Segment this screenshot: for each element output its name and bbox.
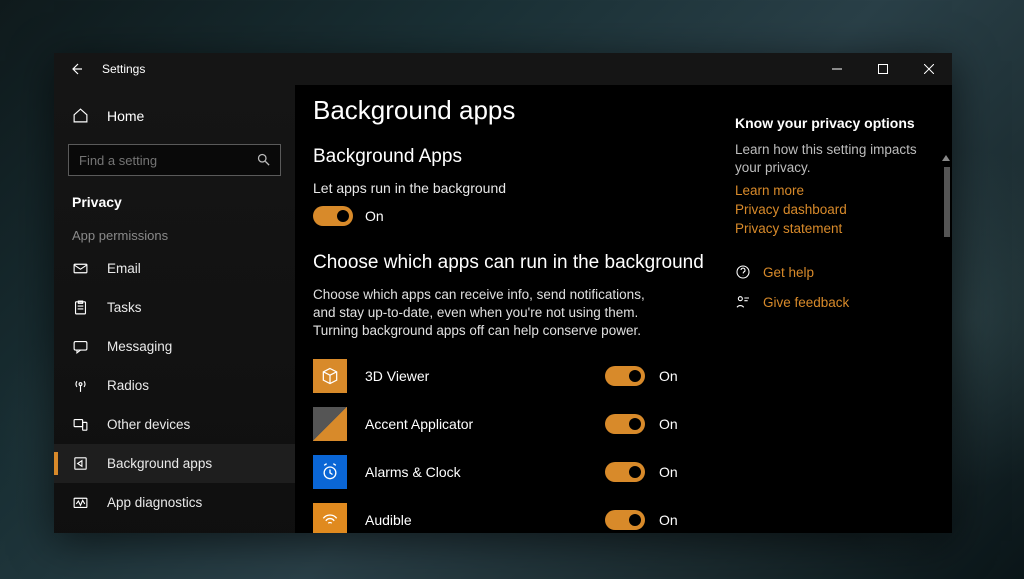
link-learn-more[interactable]: Learn more xyxy=(735,183,925,198)
sidebar-item-tasks[interactable]: Tasks xyxy=(54,288,295,327)
close-button[interactable] xyxy=(906,53,952,85)
feedback-icon xyxy=(735,294,751,310)
app-toggle-alarms-clock[interactable] xyxy=(605,462,645,482)
home-label: Home xyxy=(107,108,144,124)
close-icon xyxy=(924,64,934,74)
section-label: App permissions xyxy=(54,210,295,249)
maximize-button[interactable] xyxy=(860,53,906,85)
search-input[interactable] xyxy=(68,144,281,176)
get-help-label: Get help xyxy=(763,265,814,280)
app-toggle-state: On xyxy=(659,464,678,480)
scroll-arrow-up-icon[interactable] xyxy=(941,153,951,163)
category-label: Privacy xyxy=(54,186,295,210)
scrollbar-thumb[interactable] xyxy=(944,167,950,237)
window-title: Settings xyxy=(102,62,145,76)
aside-blurb: Learn how this setting impacts your priv… xyxy=(735,141,925,177)
minimize-button[interactable] xyxy=(814,53,860,85)
group-background-apps-title: Background Apps xyxy=(313,146,715,168)
devices-icon xyxy=(72,416,89,433)
app-icon-alarms-clock xyxy=(313,455,347,489)
app-row-audible: Audible On xyxy=(313,503,715,533)
sidebar-item-other-devices[interactable]: Other devices xyxy=(54,405,295,444)
master-toggle-label: Let apps run in the background xyxy=(313,180,715,196)
master-toggle-state: On xyxy=(365,208,384,224)
aside-column: Know your privacy options Learn how this… xyxy=(735,85,935,533)
email-icon xyxy=(72,260,89,277)
sidebar-item-label: App diagnostics xyxy=(107,495,202,510)
sidebar-item-label: Other devices xyxy=(107,417,190,432)
sidebar: Home Privacy App permissions Email Tasks xyxy=(54,85,295,533)
titlebar: Settings xyxy=(54,53,952,85)
maximize-icon xyxy=(878,64,888,74)
app-toggle-audible[interactable] xyxy=(605,510,645,530)
search-row xyxy=(68,144,281,176)
master-toggle-row: On xyxy=(313,206,715,226)
link-privacy-dashboard[interactable]: Privacy dashboard xyxy=(735,202,925,217)
main-area: Background apps Background Apps Let apps… xyxy=(295,85,952,533)
diagnostics-icon xyxy=(72,494,89,511)
tasks-icon xyxy=(72,299,89,316)
app-name: Alarms & Clock xyxy=(365,464,587,480)
home-icon xyxy=(72,107,89,124)
messaging-icon xyxy=(72,338,89,355)
arrow-left-icon xyxy=(68,61,84,77)
app-toggle-state: On xyxy=(659,368,678,384)
group-choose-apps-title: Choose which apps can run in the backgro… xyxy=(313,252,715,274)
minimize-icon xyxy=(832,64,842,74)
sidebar-item-label: Tasks xyxy=(107,300,142,315)
link-privacy-statement[interactable]: Privacy statement xyxy=(735,221,925,236)
app-name: Accent Applicator xyxy=(365,416,587,432)
app-name: Audible xyxy=(365,512,587,528)
app-icon-accent-applicator xyxy=(313,407,347,441)
sidebar-item-messaging[interactable]: Messaging xyxy=(54,327,295,366)
app-toggle-accent-applicator[interactable] xyxy=(605,414,645,434)
sidebar-item-label: Messaging xyxy=(107,339,172,354)
give-feedback-link[interactable]: Give feedback xyxy=(735,294,925,310)
app-toggle-state: On xyxy=(659,512,678,528)
get-help-link[interactable]: Get help xyxy=(735,264,925,280)
home-link[interactable]: Home xyxy=(54,97,295,134)
sidebar-item-app-diagnostics[interactable]: App diagnostics xyxy=(54,483,295,522)
back-button[interactable] xyxy=(54,53,98,85)
search-icon xyxy=(256,152,271,167)
app-icon-audible xyxy=(313,503,347,533)
aside-heading: Know your privacy options xyxy=(735,115,925,131)
sidebar-item-label: Radios xyxy=(107,378,149,393)
sidebar-item-label: Email xyxy=(107,261,141,276)
sidebar-item-email[interactable]: Email xyxy=(54,249,295,288)
settings-window: Settings Home Privac xyxy=(54,53,952,533)
sidebar-item-radios[interactable]: Radios xyxy=(54,366,295,405)
app-row-3d-viewer: 3D Viewer On xyxy=(313,359,715,393)
sidebar-item-label: Background apps xyxy=(107,456,212,471)
master-toggle[interactable] xyxy=(313,206,353,226)
app-row-accent-applicator: Accent Applicator On xyxy=(313,407,715,441)
app-row-alarms-clock: Alarms & Clock On xyxy=(313,455,715,489)
group-choose-apps-desc: Choose which apps can receive info, send… xyxy=(313,286,653,341)
app-toggle-state: On xyxy=(659,416,678,432)
app-icon-3d-viewer xyxy=(313,359,347,393)
radios-icon xyxy=(72,377,89,394)
page-title: Background apps xyxy=(313,95,715,126)
help-icon xyxy=(735,264,751,280)
sidebar-item-background-apps[interactable]: Background apps xyxy=(54,444,295,483)
content-column: Background apps Background Apps Let apps… xyxy=(295,85,735,533)
background-apps-icon xyxy=(72,455,89,472)
app-toggle-3d-viewer[interactable] xyxy=(605,366,645,386)
app-name: 3D Viewer xyxy=(365,368,587,384)
give-feedback-label: Give feedback xyxy=(763,295,849,310)
